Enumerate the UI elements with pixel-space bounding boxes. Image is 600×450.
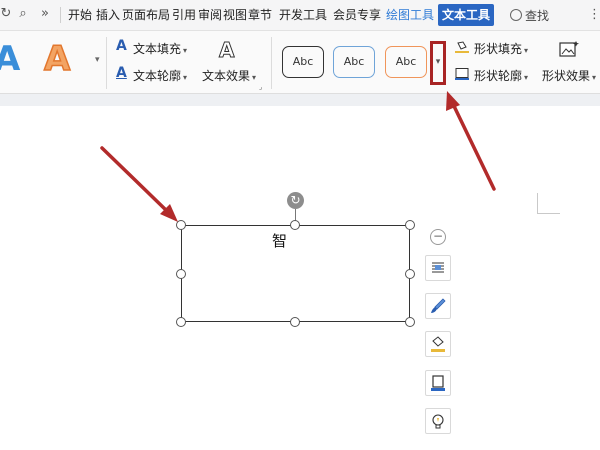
annotation-arrow-left: [100, 146, 178, 222]
annotation-overlay: [100, 91, 496, 222]
annotation-arrow-right: [446, 91, 496, 191]
